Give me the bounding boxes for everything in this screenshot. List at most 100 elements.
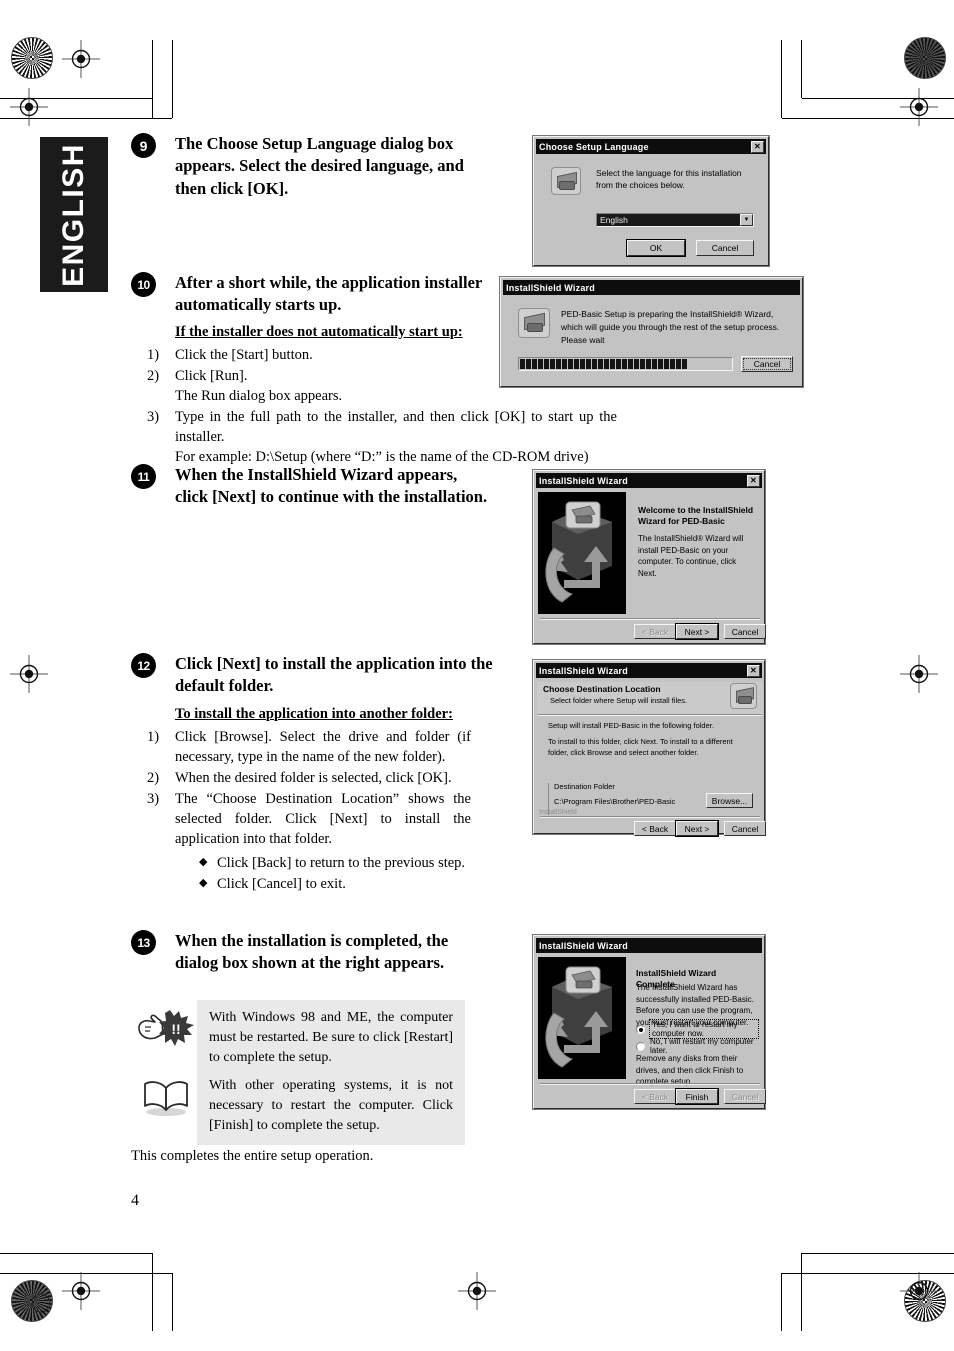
list-item: 2) When the desired folder is selected, … <box>131 768 471 788</box>
progress-block <box>538 359 543 369</box>
progress-block <box>574 359 579 369</box>
progress-block <box>670 359 675 369</box>
radio-restart-now-label: Yes, I want to restart my computer now. <box>649 1019 759 1039</box>
info-note-text: With other operating systems, it is not … <box>197 1068 465 1145</box>
dialog-title: InstallShield Wizard <box>506 282 595 293</box>
dialog-titlebar: InstallShield Wizard ✕ <box>536 663 762 678</box>
step-number-badge: 10 <box>131 272 156 297</box>
progress-block <box>592 359 597 369</box>
ok-button[interactable]: OK <box>627 240 685 256</box>
progress-block <box>520 359 525 369</box>
step-title: The Choose Setup Language dialog box app… <box>175 134 464 198</box>
bullet-text: Click [Back] to return to the previous s… <box>217 854 466 871</box>
browse-button[interactable]: Browse... <box>706 793 753 808</box>
radio-button-icon[interactable] <box>636 1041 645 1051</box>
page-number: 4 <box>131 1192 139 1209</box>
setup-icon <box>730 683 757 709</box>
chevron-down-icon[interactable]: ▼ <box>740 214 753 226</box>
progress-block <box>628 359 633 369</box>
next-button[interactable]: Next > <box>676 624 718 639</box>
progress-block <box>616 359 621 369</box>
list-text: Click the [Start] button. <box>175 346 313 363</box>
dialog-welcome: InstallShield Wizard ✕ Welcome to the In… <box>533 470 766 644</box>
dialog-titlebar: InstallShield Wizard <box>536 938 762 953</box>
dialog-wizard-complete: InstallShield Wizard InstallShield Wizar… <box>533 935 766 1109</box>
closing-text: This completes the entire setup operatio… <box>131 1148 374 1164</box>
radio-button-icon[interactable] <box>636 1024 645 1034</box>
dialog-titlebar: InstallShield Wizard <box>503 280 800 295</box>
close-icon[interactable]: ✕ <box>747 664 760 677</box>
dialog-title: Choose Setup Language <box>539 141 649 152</box>
progress-block <box>550 359 555 369</box>
cancel-button[interactable]: Cancel <box>741 356 793 372</box>
cancel-button[interactable]: Cancel <box>724 821 766 836</box>
list-item: 3) Type in the full path to the installe… <box>131 407 617 467</box>
step-12-bullets: ◆ Click [Back] to return to the previous… <box>175 853 471 895</box>
step-number-badge: 12 <box>131 653 156 678</box>
progress-block <box>640 359 645 369</box>
dialog-subheading: Select folder where Setup will install f… <box>550 696 688 705</box>
progress-block <box>676 359 681 369</box>
list-marker: 3) <box>147 790 160 807</box>
progress-block <box>682 359 687 369</box>
progress-block <box>532 359 537 369</box>
divider <box>540 1083 760 1085</box>
dialog-choose-setup-language: Choose Setup Language ✕ Select the langu… <box>533 136 769 266</box>
dialog-title: InstallShield Wizard <box>539 665 628 676</box>
dialog-message: Select the language for this installatio… <box>596 168 742 191</box>
bullet-text: Click [Cancel] to exit. <box>217 875 346 892</box>
next-button[interactable]: Next > <box>676 821 718 836</box>
close-icon[interactable]: ✕ <box>747 474 760 487</box>
radio-restart-now[interactable]: Yes, I want to restart my computer now. <box>636 1019 759 1039</box>
dialog-heading: Choose Destination Location <box>543 684 661 694</box>
bullet-item: ◆ Click [Back] to return to the previous… <box>199 853 471 874</box>
dialog-titlebar: Choose Setup Language ✕ <box>536 139 766 154</box>
bullet-item: ◆ Click [Cancel] to exit. <box>199 874 471 895</box>
cancel-button[interactable]: Cancel <box>724 624 766 639</box>
step-number-badge: 9 <box>131 133 156 158</box>
progress-block <box>658 359 663 369</box>
finish-button[interactable]: Finish <box>676 1089 718 1104</box>
dialog-titlebar: InstallShield Wizard ✕ <box>536 473 762 488</box>
step-12-subhead: To install the application into another … <box>175 706 453 722</box>
list-text: The Run dialog box appears. <box>175 387 343 404</box>
divider <box>538 714 762 716</box>
info-note: With other operating systems, it is not … <box>135 1068 480 1145</box>
dialog-title: InstallShield Wizard <box>539 475 628 486</box>
list-item: 1) Click [Browse]. Select the drive and … <box>131 727 471 767</box>
back-button[interactable]: < Back <box>634 624 676 639</box>
dialog-body-line1: Setup will install PED-Basic in the foll… <box>548 721 714 730</box>
wizard-body-text: The InstallShield® Wizard will install P… <box>638 534 744 578</box>
progress-block <box>586 359 591 369</box>
step-title: Click [Next] to install the application … <box>175 654 493 696</box>
close-icon[interactable]: ✕ <box>751 140 764 153</box>
step-title: After a short while, the application ins… <box>175 273 482 315</box>
progress-block <box>610 359 615 369</box>
language-combobox-value: English <box>600 215 628 225</box>
back-button[interactable]: < Back <box>634 821 676 836</box>
progress-bar <box>518 357 733 371</box>
step-10-subhead: If the installer does not automatically … <box>175 324 463 340</box>
step-number-badge: 13 <box>131 930 156 955</box>
back-button[interactable]: < Back <box>634 1089 676 1104</box>
dialog-choose-destination: InstallShield Wizard ✕ Choose Destinatio… <box>533 660 766 836</box>
caution-note-text: With Windows 98 and ME, the computer mus… <box>197 1000 465 1077</box>
progress-block <box>598 359 603 369</box>
cancel-button[interactable]: Cancel <box>696 240 754 256</box>
destination-folder-path: C:\Program Files\Brother\PED-Basic <box>554 797 676 806</box>
caution-note: !! With Windows 98 and ME, the computer … <box>135 1000 480 1077</box>
progress-block <box>526 359 531 369</box>
setup-icon <box>551 167 581 195</box>
setup-icon <box>518 308 550 338</box>
divider <box>540 816 760 818</box>
dialog-message: PED-Basic Setup is preparing the Install… <box>561 309 780 345</box>
list-text: When the desired folder is selected, cli… <box>175 769 452 786</box>
list-text: Click [Run]. <box>175 367 248 384</box>
destination-folder-label: Destination Folder <box>554 782 615 791</box>
progress-block <box>580 359 585 369</box>
step-10-list: 1) Click the [Start] button. 2) Click [R… <box>147 345 617 467</box>
step-number-badge: 11 <box>131 464 156 489</box>
progress-block <box>604 359 609 369</box>
language-combobox[interactable]: English ▼ <box>596 213 754 227</box>
cancel-button[interactable]: Cancel <box>724 1089 766 1104</box>
